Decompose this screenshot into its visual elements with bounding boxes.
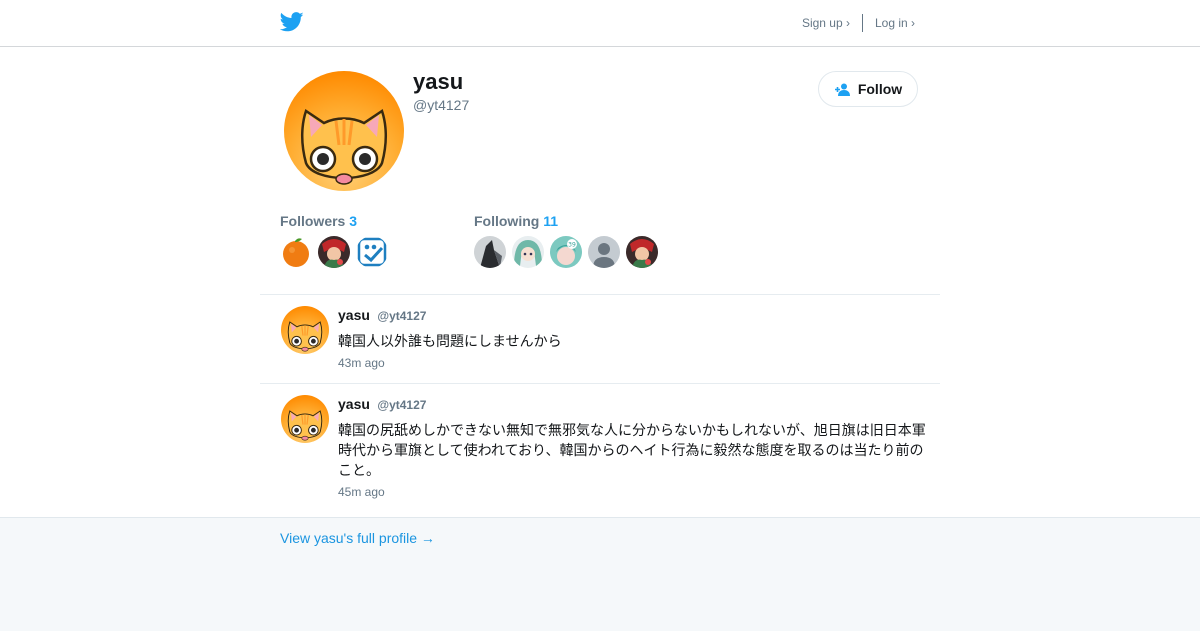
tweet-timestamp[interactable]: 43m ago: [338, 356, 385, 370]
twitter-bird-icon[interactable]: [280, 11, 304, 33]
add-user-icon: [834, 83, 850, 96]
dark-photo-avatar-icon[interactable]: [474, 236, 506, 268]
cat-avatar-icon: [281, 395, 329, 443]
anime-teal-avatar-icon[interactable]: 39: [550, 236, 582, 268]
blue-smile-avatar-icon[interactable]: [356, 236, 388, 268]
red-character-avatar-icon[interactable]: [318, 236, 350, 268]
tweet-text: 韓国人以外誰も問題にしませんから: [338, 333, 562, 349]
followers-stat[interactable]: Followers 3: [280, 213, 357, 229]
following-count: 11: [543, 213, 559, 229]
footer: View yasu's full profile →: [0, 517, 1200, 631]
tweet-item[interactable]: yasu @yt4127 韓国の尻舐めしかできない無知で無邪気な人に分からないか…: [260, 383, 940, 518]
tweet-author-name[interactable]: yasu: [338, 396, 370, 412]
tweet-header: yasu @yt4127: [338, 396, 426, 414]
tweet-author-handle[interactable]: @yt4127: [377, 309, 426, 323]
auth-links: Sign up › Log in ›: [802, 14, 915, 32]
red-character-avatar-icon[interactable]: [626, 236, 658, 268]
follow-label: Follow: [857, 81, 903, 97]
tweet-text: 韓国の尻舐めしかできない無知で無邪気な人に分からないかもしれないが、旭日旗は旧日…: [338, 422, 926, 478]
tweet-author-handle[interactable]: @yt4127: [377, 398, 426, 412]
tweet-item[interactable]: yasu @yt4127 韓国人以外誰も問題にしませんから 43m ago: [260, 294, 940, 384]
followers-count: 3: [349, 213, 358, 229]
following-label: Following: [474, 213, 540, 229]
svg-text:39: 39: [568, 242, 576, 249]
tweet-avatar[interactable]: [281, 306, 329, 354]
view-full-profile-link[interactable]: View yasu's full profile →: [280, 530, 435, 546]
sign-up-link[interactable]: Sign up ›: [802, 16, 850, 30]
tweet-timestamp[interactable]: 45m ago: [338, 485, 385, 499]
followers-label: Followers: [280, 213, 346, 229]
top-bar: Sign up › Log in ›: [0, 0, 1200, 47]
following-avatars: 39: [474, 236, 658, 268]
profile-display-name: yasu: [413, 69, 464, 94]
orange-fruit-avatar-icon[interactable]: [280, 236, 312, 268]
cat-avatar-icon: [284, 71, 404, 191]
followers-avatars: [280, 236, 388, 268]
tweet-author-name[interactable]: yasu: [338, 307, 370, 323]
tweet-avatar[interactable]: [281, 395, 329, 443]
log-in-link[interactable]: Log in ›: [875, 16, 915, 30]
tweet-header: yasu @yt4127: [338, 307, 426, 325]
default-user-avatar-icon[interactable]: [588, 236, 620, 268]
divider: [861, 14, 863, 32]
profile-handle: @yt4127: [413, 97, 470, 113]
follow-button[interactable]: Follow: [818, 71, 918, 107]
anime-green-hair-avatar-icon[interactable]: [512, 236, 544, 268]
following-stat[interactable]: Following 11: [474, 213, 558, 229]
profile-avatar[interactable]: [284, 71, 404, 191]
cat-avatar-icon: [281, 306, 329, 354]
